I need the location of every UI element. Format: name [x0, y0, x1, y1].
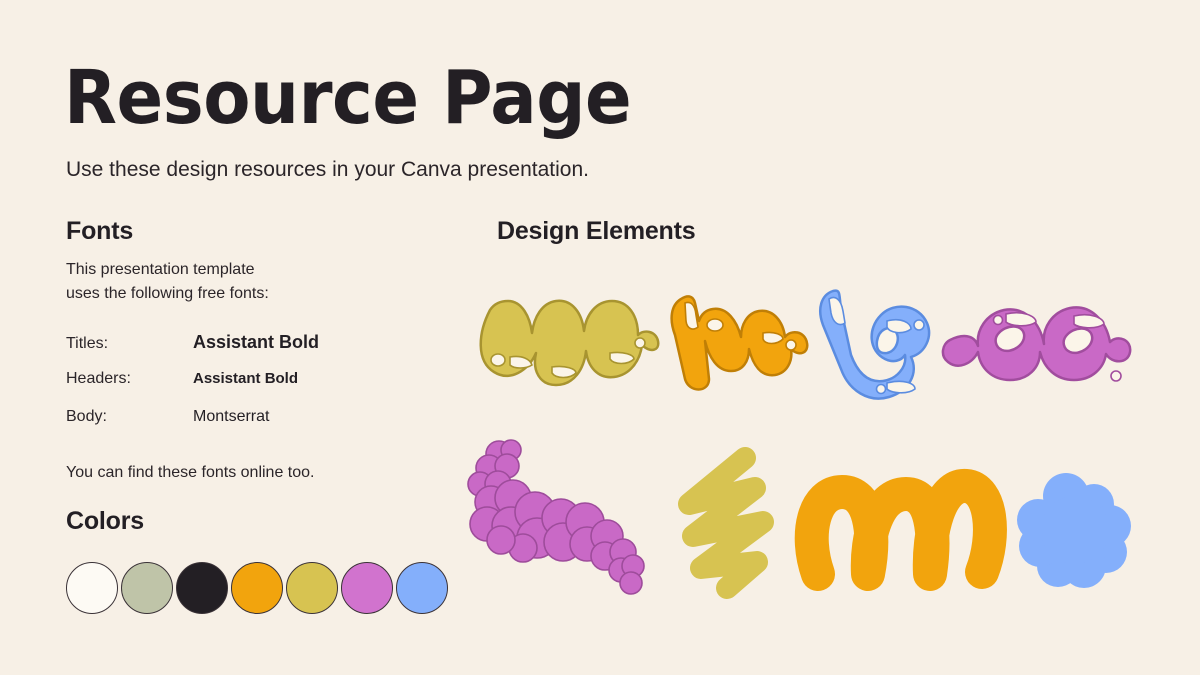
- font-value-headers: Assistant Bold: [193, 370, 299, 387]
- color-swatch-sage[interactable]: [121, 562, 173, 614]
- doodle-bubble-cluster-orchid[interactable]: [465, 439, 650, 605]
- color-swatch-white[interactable]: [66, 562, 118, 614]
- font-row-titles: Titles: Assistant Bold: [66, 332, 406, 370]
- font-label-titles: Titles:: [66, 335, 109, 352]
- doodle-cloud-blob-blue[interactable]: [1017, 470, 1135, 595]
- font-row-headers: Headers: Assistant Bold: [66, 370, 406, 408]
- color-swatch-blue[interactable]: [396, 562, 448, 614]
- fonts-table: Titles: Assistant Bold Headers: Assistan…: [66, 332, 406, 446]
- slide-canvas: Resource Page Use these design resources…: [0, 0, 1200, 675]
- color-swatch-list: [66, 562, 451, 614]
- page-title: Resource Page: [64, 55, 632, 141]
- font-value-body: Montserrat: [193, 408, 270, 425]
- page-subtitle: Use these design resources in your Canva…: [66, 158, 589, 181]
- doodle-bubble-letters-orange[interactable]: [665, 275, 810, 400]
- fonts-intro-line-2: uses the following free fonts:: [66, 285, 269, 302]
- color-swatch-yellow[interactable]: [286, 562, 338, 614]
- design-elements-heading: Design Elements: [497, 217, 696, 245]
- doodle-bubble-letters-orchid[interactable]: [940, 290, 1135, 395]
- color-swatch-orchid[interactable]: [341, 562, 393, 614]
- fonts-section-heading: Fonts: [66, 217, 134, 245]
- doodle-bubble-letters-yellow[interactable]: [470, 275, 660, 395]
- fonts-footer-text: You can find these fonts online too.: [66, 464, 315, 481]
- font-value-titles: Assistant Bold: [193, 332, 320, 352]
- font-row-body: Body: Montserrat: [66, 408, 406, 446]
- color-swatch-orange[interactable]: [231, 562, 283, 614]
- fonts-intro-text: This presentation template uses the foll…: [66, 258, 396, 306]
- font-label-headers: Headers:: [66, 370, 131, 387]
- fonts-intro-line-1: This presentation template: [66, 261, 255, 278]
- doodle-bubble-letter-blue[interactable]: [815, 273, 940, 408]
- colors-section-heading: Colors: [66, 507, 144, 535]
- doodle-wave-arches-orange[interactable]: [794, 469, 1007, 591]
- doodle-zigzag-scribble-yellow[interactable]: [675, 447, 785, 599]
- font-label-body: Body:: [66, 408, 107, 425]
- design-elements-area: [460, 255, 1160, 625]
- color-swatch-black[interactable]: [176, 562, 228, 614]
